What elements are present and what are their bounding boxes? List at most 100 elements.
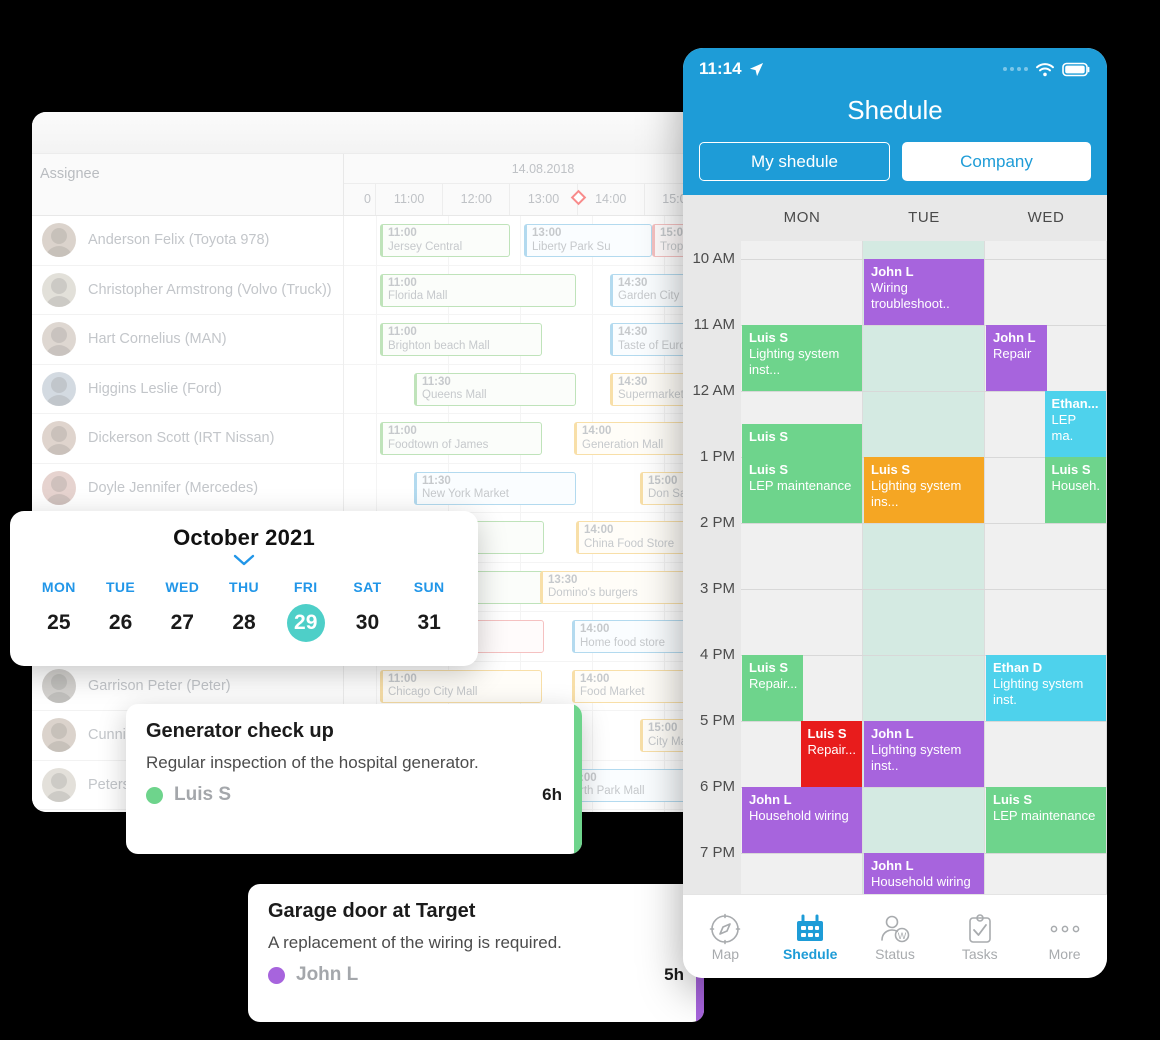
schedule-event[interactable]: Ethan... LEP ma. [1044,391,1106,457]
event-label: Generation Mall [582,438,664,451]
calendar-day-row[interactable]: 25 26 27 28 29 30 31 [28,604,460,642]
assignee-row[interactable]: Anderson Felix (Toyota 978) [32,216,343,266]
assignee-row[interactable]: Dickerson Scott (IRT Nissan) [32,414,343,464]
hour-gridline [741,589,1107,590]
tab-my-shedule[interactable]: My shedule [699,142,890,181]
wifi-icon [1035,62,1055,77]
event-task: Lighting system inst. [993,676,1084,707]
schedule-event[interactable]: John L Household wiring [864,853,984,894]
timeline-event[interactable]: 11:30 New York Market [414,471,576,505]
schedule-event[interactable]: Luis S Househ. [1044,457,1106,523]
schedule-event[interactable]: Luis S Lighting system inst... [742,325,862,391]
day-header-wed[interactable]: WED [985,195,1107,241]
event-assignee: Luis S [807,726,847,741]
schedule-scope-toggle[interactable]: My shedule Company [699,142,1091,181]
timeline-row: 11:30 Queens Mall 14:30 Supermarket [344,365,712,414]
tab-company[interactable]: Company [902,142,1091,181]
day-header-mon[interactable]: MON [741,195,863,241]
calendar-day-25[interactable]: 25 [40,604,78,642]
calendar-day-30[interactable]: 30 [348,604,386,642]
event-assignee: Luis S [749,330,789,345]
schedule-grid[interactable]: 10 AM 11 AM 12 AM 1 PM 2 PM 3 PM 4 PM 5 PM 6 PM 7… [683,241,1107,894]
timeline-row: 11:00 Florida Mall 14:30 Garden City S [344,266,712,315]
event-task: Repair [993,346,1032,361]
event-label: Brighton beach Mall [388,339,490,352]
event-time: 11:00 [388,672,417,685]
task-title: Generator check up [146,720,334,742]
timeline-event[interactable]: 11:30 Queens Mall [414,372,576,406]
avatar [42,272,76,307]
assignee-name: Dickerson Scott (IRT Nissan) [88,430,275,447]
timeline-event[interactable]: 11:00 Chicago City Mall [380,669,542,703]
calendar-day-28[interactable]: 28 [225,604,263,642]
task-card-generator[interactable]: Generator check up Regular inspection of… [126,704,582,854]
phone-header: 11:14 Shedule My shedule Company [683,48,1107,195]
calendar-weekday-row: MON TUE WED THU FRI SAT SUN [28,579,460,595]
schedule-event[interactable]: John L Lighting system inst.. [864,721,984,787]
event-label: China Food Store [584,537,675,550]
assignee-row[interactable]: Christopher Armstrong (Volvo (Truck)) [32,266,343,315]
event-task: Household wiring [749,808,849,823]
event-label: Taste of Europ [618,339,693,352]
event-label: Liberty Park Su [532,240,611,253]
chevron-down-icon[interactable] [28,554,460,572]
timeline-row: 11:00 Foodtown of James 14:00 Generation Ma… [344,414,712,464]
schedule-event[interactable]: John L Wiring troubleshoot.. [864,259,984,325]
avatar [42,421,76,456]
tab-status[interactable]: W Status [853,912,938,962]
assignee-row[interactable]: Doyle Jennifer (Mercedes) [32,464,343,513]
assignee-row[interactable]: Higgins Leslie (Ford) [32,365,343,414]
timeline-tick-row: 0 11:00 12:00 13:00 14:00 15:00 [344,184,712,215]
timeline-event[interactable]: 11:00 Foodtown of James [380,422,542,455]
schedule-event[interactable]: Ethan D Lighting system inst. [986,655,1106,721]
task-footer: Luis S 6h [146,784,562,806]
calendar-day-29[interactable]: 29 [286,604,325,642]
event-assignee: John L [871,726,914,741]
calendar-day-31[interactable]: 31 [410,604,448,642]
timeline-event[interactable]: 11:00 Florida Mall [380,273,576,307]
tab-shedule[interactable]: Shedule [768,912,853,962]
day-header-tue[interactable]: TUE [863,195,985,241]
event-label: Garden City S [618,290,691,302]
task-description: A replacement of the wiring is required. [268,933,562,952]
event-label: Jersey Central [388,240,463,253]
bottom-tab-bar[interactable]: Map Shedule W Status Tasks More [683,894,1107,978]
time-tick-1: 11:00 [376,184,444,215]
task-assignee: Luis S [174,784,232,805]
day-column-tue[interactable] [863,241,985,894]
assignee-name: Higgins Leslie (Ford) [88,380,222,397]
calendar-day-27[interactable]: 27 [163,604,201,642]
tab-map[interactable]: Map [683,912,768,962]
event-task: LEP maintenance [993,808,1096,823]
schedule-event[interactable]: John L Repair [986,325,1048,391]
event-assignee: Luis S [749,462,789,477]
schedule-event[interactable]: Luis S [742,424,862,457]
tab-label: Tasks [961,945,998,962]
schedule-event[interactable]: Luis S Repair... [800,721,862,787]
event-assignee: Ethan D [993,660,1043,675]
timeline-event[interactable]: 13:00 Liberty Park Su [524,224,652,257]
time-tick-4: 14:00 [578,184,645,215]
schedule-event[interactable]: Luis S LEP maintenance [986,787,1106,853]
hour-gutter: 10 AM 11 AM 12 AM 1 PM 2 PM 3 PM 4 PM 5 PM 6 PM 7… [683,241,741,894]
task-duration: 6h [542,785,562,804]
tab-more[interactable]: More [1022,912,1107,962]
timeline-event[interactable]: 11:00 Jersey Central [380,224,510,257]
timeline-event[interactable]: 11:00 Brighton beach Mall [380,323,542,356]
schedule-event[interactable]: Luis S LEP maintenance [742,457,862,523]
event-task: LEP maintenance [749,478,852,493]
assignee-row[interactable]: Hart Cornelius (MAN) [32,315,343,365]
schedule-event[interactable]: John L Household wiring [742,787,862,853]
user-w-icon: W [853,912,938,946]
calendar-day-26[interactable]: 26 [102,604,140,642]
task-assignee: John L [296,964,359,985]
tab-tasks[interactable]: Tasks [937,912,1022,962]
event-assignee: John L [749,792,792,807]
assignee-color-dot [268,966,285,984]
schedule-event[interactable]: Luis S Repair... [742,655,804,721]
task-card-garage[interactable]: Garage door at Target A replacement of t… [248,884,704,1022]
weekday-header-row: MON TUE WED [683,195,1107,241]
schedule-event[interactable]: Luis S Lighting system ins... [864,457,984,523]
weekday-tue: TUE [105,579,136,595]
task-footer: John L 5h [268,964,684,986]
